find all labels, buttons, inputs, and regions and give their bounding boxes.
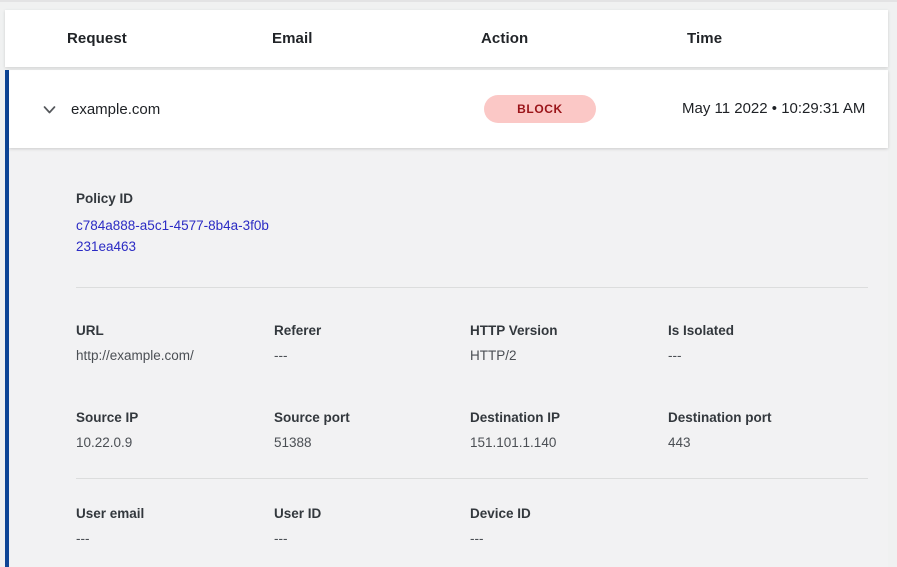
- detail-field-device-id: Device ID ---: [470, 506, 668, 546]
- detail-field-source-port: Source port 51388: [274, 410, 470, 450]
- field-label: User ID: [274, 506, 470, 521]
- policy-id-block: Policy ID c784a888-a5c1-4577-8b4a-3f0b23…: [76, 191, 868, 257]
- field-label: Destination IP: [470, 410, 668, 425]
- detail-field-is-isolated: Is Isolated ---: [668, 323, 868, 363]
- log-detail-panel: Policy ID c784a888-a5c1-4577-8b4a-3f0b23…: [9, 148, 888, 567]
- field-value: 51388: [274, 435, 470, 450]
- detail-field-http-version: HTTP Version HTTP/2: [470, 323, 668, 363]
- field-value: ---: [76, 531, 274, 546]
- divider: [76, 287, 868, 288]
- column-header-email: Email: [272, 30, 481, 47]
- page-top-edge: [0, 0, 897, 2]
- field-value: 10.22.0.9: [76, 435, 274, 450]
- field-label: URL: [76, 323, 274, 338]
- field-label: Destination port: [668, 410, 868, 425]
- field-value: 443: [668, 435, 868, 450]
- detail-field-destination-port: Destination port 443: [668, 410, 868, 450]
- request-cell[interactable]: example.com: [41, 101, 272, 118]
- field-value: ---: [274, 348, 470, 363]
- detail-row-user: User email --- User ID --- Device ID ---: [76, 506, 868, 546]
- detail-field-source-ip: Source IP 10.22.0.9: [76, 410, 274, 450]
- field-label: Device ID: [470, 506, 668, 521]
- column-header-request: Request: [67, 30, 272, 47]
- action-cell: BLOCK: [476, 95, 682, 123]
- action-block-badge: BLOCK: [484, 95, 596, 123]
- field-value: http://example.com/: [76, 348, 274, 363]
- field-label: Source IP: [76, 410, 274, 425]
- column-header-time: Time: [687, 30, 888, 47]
- detail-field-user-id: User ID ---: [274, 506, 470, 546]
- detail-field-user-email: User email ---: [76, 506, 274, 546]
- log-table-header: Request Email Action Time: [5, 10, 888, 67]
- field-value: HTTP/2: [470, 348, 668, 363]
- detail-row-network: Source IP 10.22.0.9 Source port 51388 De…: [76, 410, 868, 450]
- policy-id-label: Policy ID: [76, 191, 868, 206]
- field-value: ---: [668, 348, 868, 363]
- detail-row-url: URL http://example.com/ Referer --- HTTP…: [76, 323, 868, 363]
- field-value: ---: [470, 531, 668, 546]
- detail-field-destination-ip: Destination IP 151.101.1.140: [470, 410, 668, 450]
- field-value: ---: [274, 531, 470, 546]
- detail-field-referer: Referer ---: [274, 323, 470, 363]
- field-label: Source port: [274, 410, 470, 425]
- expanded-log-row: example.com BLOCK May 11 2022 • 10:29:31…: [5, 70, 888, 567]
- log-row[interactable]: example.com BLOCK May 11 2022 • 10:29:31…: [9, 70, 888, 148]
- time-cell: May 11 2022 • 10:29:31 AM: [682, 97, 882, 121]
- chevron-down-icon[interactable]: [41, 101, 58, 118]
- divider: [76, 478, 868, 479]
- policy-id-link[interactable]: c784a888-a5c1-4577-8b4a-3f0b231ea463: [76, 215, 271, 257]
- field-label: Referer: [274, 323, 470, 338]
- detail-field-empty: [668, 506, 868, 546]
- field-label: HTTP Version: [470, 323, 668, 338]
- field-label: Is Isolated: [668, 323, 868, 338]
- request-hostname: example.com: [71, 101, 160, 118]
- column-header-action: Action: [481, 30, 687, 47]
- detail-field-url: URL http://example.com/: [76, 323, 274, 363]
- field-value: 151.101.1.140: [470, 435, 668, 450]
- field-label: User email: [76, 506, 274, 521]
